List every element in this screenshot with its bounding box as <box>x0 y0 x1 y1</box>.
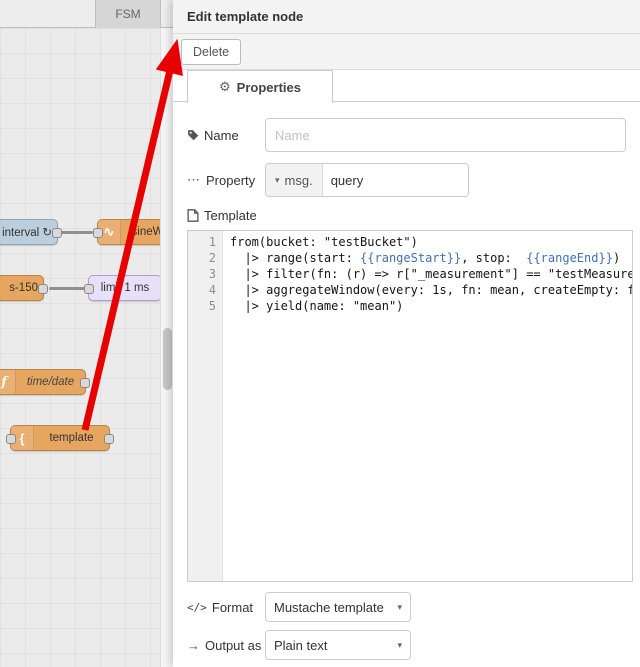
tray-tab-row: ⚙ Properties <box>173 70 640 103</box>
input-port[interactable] <box>6 434 16 444</box>
property-value-input[interactable] <box>322 172 468 188</box>
node-label: time/date <box>26 376 75 388</box>
node-label: interval ↻ <box>2 227 52 239</box>
caret-down-icon: ▾ <box>275 174 280 185</box>
workspace-scrollbar[interactable] <box>160 28 173 667</box>
template-label: Template <box>187 208 626 223</box>
format-row: </> Format Mustache template ▾ <box>187 592 626 622</box>
property-type-label: msg. <box>284 172 313 188</box>
output-port[interactable] <box>52 228 62 238</box>
file-icon <box>187 209 199 222</box>
scrollbar-thumb[interactable] <box>163 328 172 390</box>
output-label: → Output as <box>187 637 262 653</box>
name-row: Name <box>187 118 626 152</box>
format-label: </> Format <box>187 599 254 615</box>
wire <box>49 287 85 290</box>
ellipsis-icon: ⋯ <box>187 172 201 187</box>
name-input[interactable] <box>265 118 626 152</box>
output-row: → Output as Plain text ▾ <box>187 630 626 660</box>
tray-title: Edit template node <box>187 9 304 24</box>
tray-header: Edit template node <box>173 0 640 34</box>
node-label: template <box>49 432 94 444</box>
node-limit[interactable]: limit 1 ms <box>84 275 162 301</box>
workspace-tab-fsm[interactable]: FSM <box>95 0 161 28</box>
wire <box>57 231 93 234</box>
property-type-button[interactable]: ▾ msg. <box>266 164 323 196</box>
input-port[interactable] <box>93 228 103 238</box>
delete-button[interactable]: Delete <box>181 38 242 65</box>
node-red-app: FSM interval ↻ ∿ sineW s-150 limit 1 ms … <box>0 0 640 667</box>
tray-toolbar: Delete <box>173 34 640 70</box>
output-select-value: Plain text <box>274 637 328 653</box>
property-typed-input: ▾ msg. <box>265 163 469 197</box>
tab-properties-label: Properties <box>236 79 301 95</box>
name-label: Name <box>187 128 265 143</box>
code-icon: </> <box>187 600 207 614</box>
output-port[interactable] <box>104 434 114 444</box>
format-select[interactable]: Mustache template ▾ <box>265 592 411 622</box>
editor-code[interactable]: from(bucket: "testBucket") |> range(star… <box>223 231 632 581</box>
tag-icon <box>188 130 199 141</box>
node-label: limit 1 ms <box>100 282 150 294</box>
property-label: ⋯ Property <box>187 172 256 188</box>
node-edit-form: Name ⋯ Property ▾ msg. <box>173 102 640 660</box>
node-template[interactable]: { template <box>6 425 114 451</box>
gear-icon: ⚙ <box>219 79 231 94</box>
workspace-tab-label: FSM <box>115 7 141 21</box>
caret-down-icon: ▾ <box>397 639 402 650</box>
output-select[interactable]: Plain text ▾ <box>265 630 411 660</box>
node-interval[interactable]: interval ↻ <box>0 219 62 245</box>
input-port[interactable] <box>84 284 94 294</box>
template-code-editor[interactable]: 12345 from(bucket: "testBucket") |> rang… <box>187 230 633 582</box>
arrow-right-icon: → <box>187 637 200 653</box>
editor-gutter: 12345 <box>188 231 223 581</box>
node-label: s-150 <box>9 282 38 294</box>
node-timedate[interactable]: f time/date <box>0 369 90 395</box>
format-select-value: Mustache template <box>274 599 384 615</box>
caret-down-icon: ▾ <box>397 601 402 612</box>
node-s150[interactable]: s-150 <box>0 275 48 301</box>
edit-tray: Edit template node Delete ⚙ Properties N… <box>173 0 640 667</box>
tab-properties[interactable]: ⚙ Properties <box>187 70 333 103</box>
property-row: ⋯ Property ▾ msg. <box>187 163 626 197</box>
output-port[interactable] <box>38 284 48 294</box>
function-icon: f <box>0 370 16 394</box>
workspace-tabbar: FSM <box>0 0 173 28</box>
flow-workspace[interactable]: FSM interval ↻ ∿ sineW s-150 limit 1 ms … <box>0 0 175 667</box>
output-port[interactable] <box>80 378 90 388</box>
